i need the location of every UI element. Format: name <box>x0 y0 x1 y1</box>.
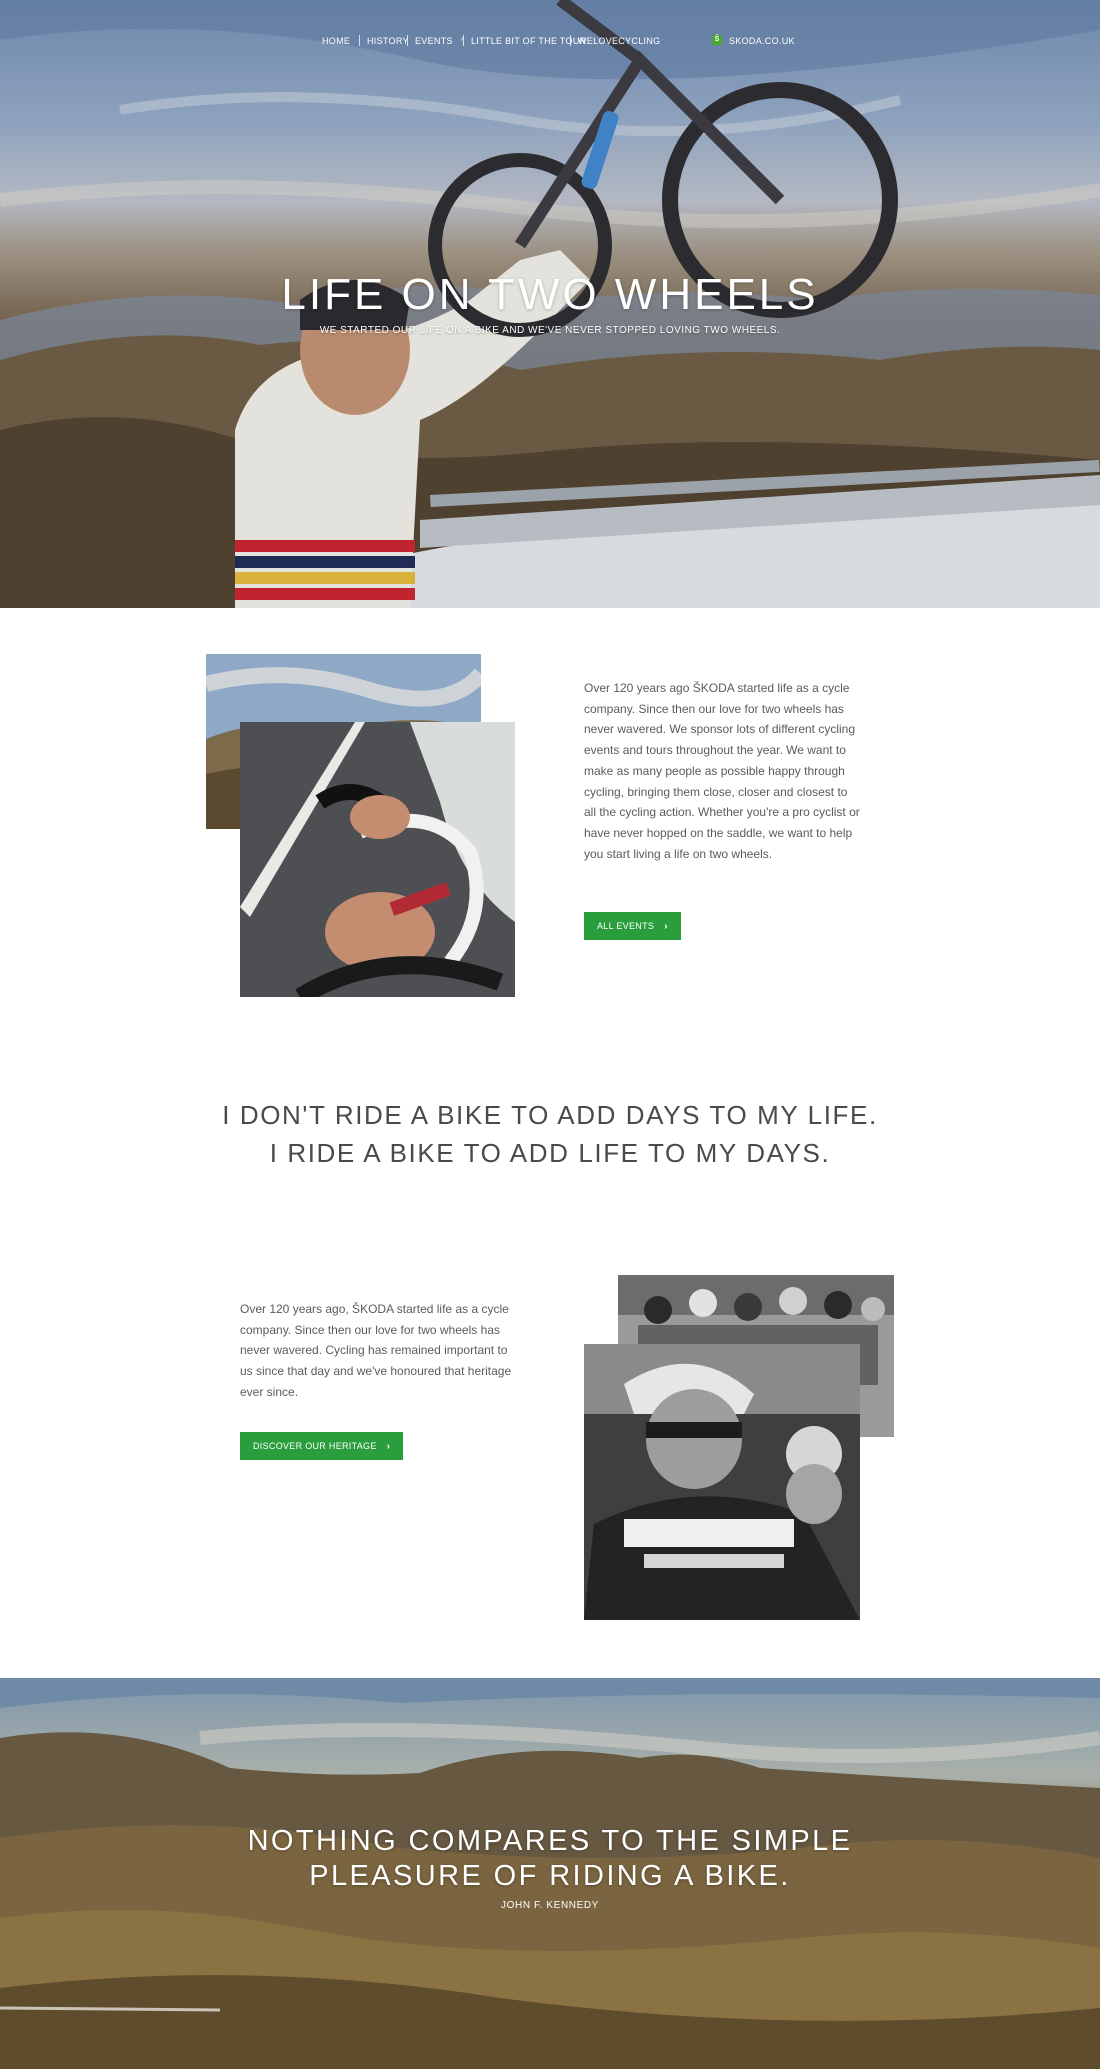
main-navigation: HOME HISTORY EVENTS^ LITTLE BIT OF THE T… <box>0 33 1100 53</box>
discover-heritage-label: DISCOVER OUR HERITAGE <box>253 1441 377 1451</box>
quote-line-2: I RIDE A BIKE TO ADD LIFE TO MY DAYS. <box>269 1138 831 1168</box>
nav-skoda-site-link[interactable]: SKODA.CO.UK <box>729 36 795 46</box>
hero-subtitle: WE STARTED OUR LIFE ON A BIKE AND WE'VE … <box>319 325 781 336</box>
all-events-button[interactable]: ALL EVENTS › <box>584 912 681 940</box>
hero-title: LIFE ON TWO WHEELS <box>281 270 819 319</box>
nav-home[interactable]: HOME <box>322 36 350 46</box>
quote-line-1: I DON'T RIDE A BIKE TO ADD DAYS TO MY LI… <box>222 1100 878 1130</box>
chevron-right-icon: › <box>386 1441 391 1452</box>
cycling-quote: I DON'T RIDE A BIKE TO ADD DAYS TO MY LI… <box>0 1096 1100 1172</box>
intro-paragraph: Over 120 years ago ŠKODA started life as… <box>584 681 860 861</box>
banner-quote-line-2: PLEASURE OF RIDING A BIKE. <box>309 1860 791 1892</box>
nav-events[interactable]: EVENTS^ <box>415 36 464 46</box>
nav-divider <box>359 35 360 46</box>
chevron-right-icon: › <box>664 921 668 932</box>
nav-divider <box>570 35 571 46</box>
nav-events-label: EVENTS <box>415 36 453 46</box>
handlebar-photo <box>240 722 515 997</box>
all-events-label: ALL EVENTS <box>597 921 655 931</box>
skoda-logo-icon: Š <box>712 35 722 45</box>
nav-divider <box>463 35 464 46</box>
discover-heritage-button[interactable]: DISCOVER OUR HERITAGE › <box>240 1432 404 1460</box>
nav-welovecycling[interactable]: WELOVECYCLING <box>578 36 660 46</box>
quote-banner: NOTHING COMPARES TO THE SIMPLE PLEASURE … <box>0 1678 1100 2069</box>
heritage-paragraph: Over 120 years ago, ŠKODA started life a… <box>240 1302 512 1399</box>
quote-author: JOHN F. KENNEDY <box>501 1900 599 1911</box>
nav-divider <box>407 35 408 46</box>
hero-banner: HOME HISTORY EVENTS^ LITTLE BIT OF THE T… <box>0 0 1100 608</box>
nav-history[interactable]: HISTORY <box>367 36 409 46</box>
banner-quote: NOTHING COMPARES TO THE SIMPLE PLEASURE … <box>0 1824 1100 1894</box>
banner-quote-line-1: NOTHING COMPARES TO THE SIMPLE <box>247 1825 853 1857</box>
racing-cyclist-photo <box>584 1344 860 1620</box>
